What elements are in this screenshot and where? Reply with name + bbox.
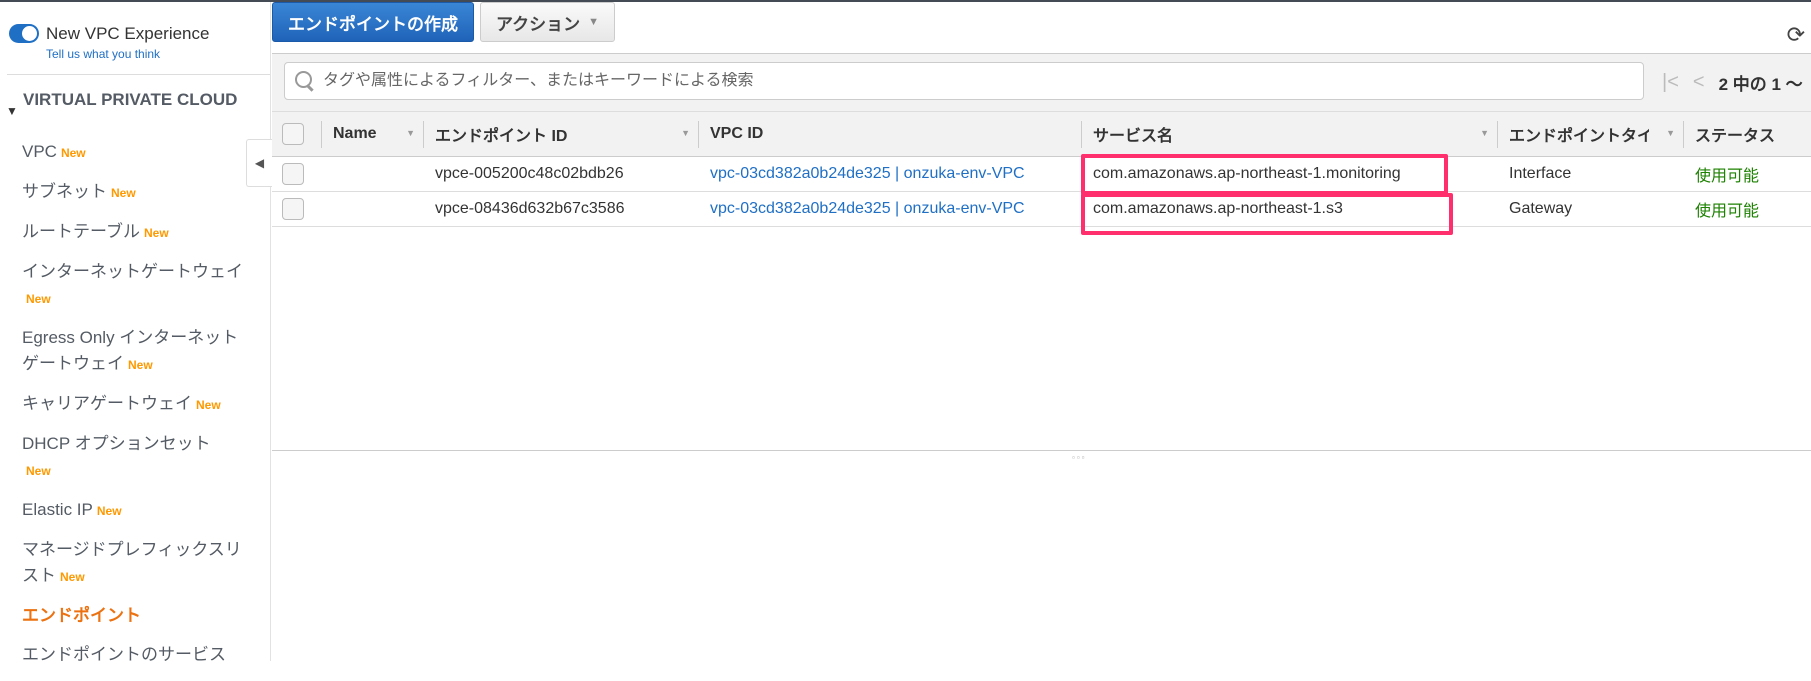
table-header: Name ▼ エンドポイント ID ▼ VPC ID サービス名 ▼ エンドポイントタ… <box>272 111 1811 157</box>
new-badge: New <box>111 186 136 200</box>
collapse-sidebar-button[interactable]: ◀ <box>246 139 272 187</box>
pagination: |< < 2 中の 1 〜 <box>1662 70 1803 95</box>
cell-name <box>321 157 423 192</box>
sort-icon[interactable]: ▼ <box>681 128 690 138</box>
sidebar-item-label: マネージドプレフィックスリスト <box>22 540 242 585</box>
sidebar-nav: VPC New サブネット New ルートテーブル New インターネットゲートウェイNew… <box>22 139 252 681</box>
sidebar-item[interactable]: サブネット New <box>22 179 252 206</box>
endpoints-table: Name ▼ エンドポイント ID ▼ VPC ID サービス名 ▼ エンドポイントタ… <box>272 111 1811 227</box>
refresh-icon[interactable]: ⟳ <box>1787 22 1805 48</box>
table-row[interactable]: vpce-005200c48c02bdb26 vpc-03cd382a0b24de… <box>272 157 1811 192</box>
actions-label: アクション <box>495 14 581 34</box>
cell-checkbox <box>272 157 321 192</box>
cell-service-name: com.amazonaws.ap-northeast-1.s3 <box>1093 200 1343 217</box>
sidebar-item-label: キャリアゲートウェイ <box>22 394 192 413</box>
sidebar-item[interactable]: エンドポイントのサービス <box>22 642 252 668</box>
cell-vpc-id[interactable]: vpc-03cd382a0b24de325 | onzuka-env-VPC <box>698 192 1081 227</box>
sidebar-item-label: エンドポイント <box>22 606 141 625</box>
sidebar-item-label: Elastic IP <box>22 500 93 519</box>
pane-divider[interactable] <box>272 450 1811 451</box>
table-row[interactable]: vpce-08436d632b67c3586 vpc-03cd382a0b24de… <box>272 192 1811 227</box>
sidebar: New VPC Experience Tell us what you thin… <box>0 2 271 664</box>
cell-name <box>321 192 423 227</box>
cell-endpoint-id: vpce-005200c48c02bdb26 <box>435 165 624 182</box>
sidebar-item[interactable]: Elastic IP New <box>22 497 252 524</box>
select-all-header <box>272 112 321 157</box>
sidebar-item[interactable]: キャリアゲートウェイ New <box>22 391 252 418</box>
sort-icon[interactable]: ▼ <box>1666 128 1675 138</box>
caret-left-icon: ◀ <box>254 156 265 170</box>
experience-label: New VPC Experience <box>46 24 210 43</box>
sidebar-item[interactable]: インターネットゲートウェイ New <box>22 259 252 312</box>
new-badge: New <box>96 504 122 518</box>
sidebar-item-label: インターネットゲートウェイ <box>22 262 243 281</box>
main-content: エンドポイントの作成 アクション ▼ ⟳ |< < 2 中の 1 〜 Name▼… <box>272 2 1811 661</box>
cell-checkbox <box>272 192 321 227</box>
cell-endpoint-type: Interface <box>1509 165 1572 182</box>
chevron-down-icon: ▼ <box>588 16 600 28</box>
column-header-status[interactable]: ステータス <box>1683 112 1811 157</box>
sort-icon[interactable]: ▼ <box>406 128 415 138</box>
cell-endpoint-id: vpce-08436d632b67c3586 <box>435 200 625 217</box>
new-badge: New <box>26 292 51 306</box>
divider <box>7 74 270 75</box>
filter-toolbar: |< < 2 中の 1 〜 <box>272 54 1811 111</box>
column-header-service-name[interactable]: サービス名 ▼ <box>1081 112 1497 157</box>
new-vpc-experience-toggle[interactable] <box>9 24 39 43</box>
row-checkbox[interactable] <box>282 198 304 220</box>
new-badge: New <box>60 146 86 160</box>
sort-icon[interactable]: ▼ <box>1480 128 1489 138</box>
search-box <box>284 62 1644 100</box>
cell-service-name: com.amazonaws.ap-northeast-1.monitoring <box>1093 165 1401 182</box>
select-all-checkbox[interactable] <box>282 123 304 145</box>
column-header-endpoint-type[interactable]: エンドポイントタイプ▼ <box>1497 112 1683 157</box>
search-input[interactable] <box>323 72 1643 90</box>
sidebar-item[interactable]: エンドポイント <box>22 603 252 629</box>
section-title[interactable]: VIRTUAL PRIVATE CLOUD <box>23 88 243 111</box>
caret-down-icon[interactable]: ▼ <box>6 104 18 118</box>
sidebar-item-label: エンドポイントのサービス <box>22 645 226 664</box>
sidebar-item-label: サブネット <box>22 182 107 201</box>
new-badge: New <box>26 464 51 478</box>
resize-handle-icon[interactable]: ▫▫▫ <box>1072 453 1087 462</box>
sidebar-item[interactable]: VPC New <box>22 139 252 166</box>
sidebar-item[interactable]: マネージドプレフィックスリスト New <box>22 537 252 590</box>
row-checkbox[interactable] <box>282 163 304 185</box>
new-badge: New <box>196 398 221 412</box>
actions-dropdown[interactable]: アクション ▼ <box>480 2 615 42</box>
cell-endpoint-type: Gateway <box>1509 200 1573 217</box>
sidebar-item-label: ルートテーブル <box>22 222 140 241</box>
sidebar-item-label: DHCP オプションセット <box>22 434 211 453</box>
column-header-vpc-id[interactable]: VPC ID <box>698 112 1081 157</box>
search-icon <box>293 69 317 93</box>
new-badge: New <box>60 570 85 584</box>
pagination-text: 2 中の 1 〜 <box>1718 75 1803 94</box>
sidebar-item[interactable]: DHCP オプションセット New <box>22 431 252 484</box>
cell-status: 使用可能 <box>1695 168 1760 185</box>
prev-page-icon[interactable]: < <box>1693 71 1705 94</box>
cell-vpc-id[interactable]: vpc-03cd382a0b24de325 | onzuka-env-VPC <box>698 157 1081 192</box>
sidebar-item[interactable]: Egress Only インターネットゲートウェイ New <box>22 325 252 378</box>
feedback-link[interactable]: Tell us what you think <box>46 47 160 61</box>
create-endpoint-button[interactable]: エンドポイントの作成 <box>272 2 474 42</box>
column-header-endpoint-id[interactable]: エンドポイント ID ▼ <box>423 112 698 157</box>
new-badge: New <box>128 358 153 372</box>
new-badge: New <box>143 226 169 240</box>
first-page-icon[interactable]: |< <box>1662 71 1679 94</box>
sidebar-item[interactable]: ルートテーブル New <box>22 219 252 246</box>
cell-status: 使用可能 <box>1695 203 1760 220</box>
column-header-name[interactable]: Name ▼ <box>321 112 423 157</box>
sidebar-item-label: VPC <box>22 142 57 161</box>
